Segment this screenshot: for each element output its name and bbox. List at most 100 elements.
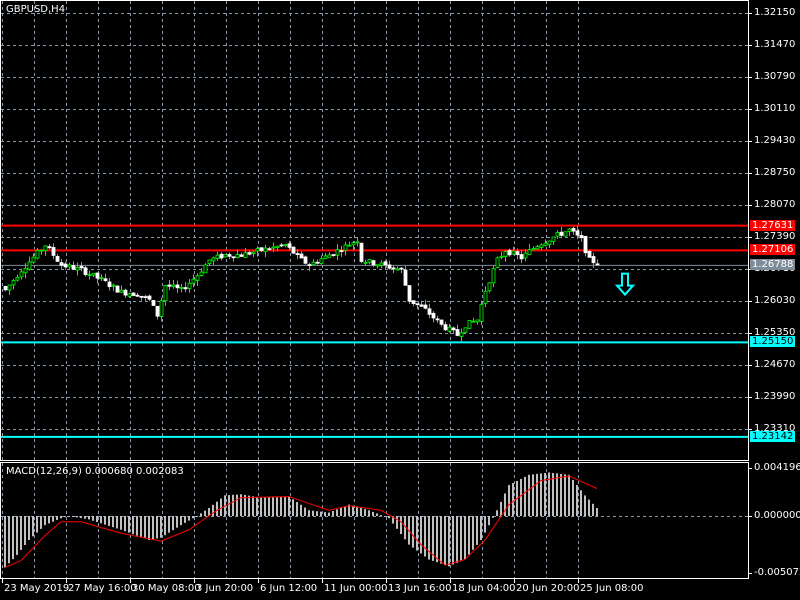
macd-histogram-bar: [252, 496, 254, 516]
x-axis-label: 25 Jun 08:00: [580, 583, 644, 594]
macd-histogram-bar: [540, 473, 542, 516]
price-chart[interactable]: [0, 0, 800, 600]
candle-body: [531, 248, 536, 251]
candle-body: [567, 228, 572, 232]
macd-histogram-bar: [140, 516, 142, 538]
macd-histogram-bar: [472, 516, 474, 550]
candle-body: [163, 285, 168, 302]
macd-histogram-bar: [508, 485, 510, 516]
macd-histogram-bar: [128, 516, 130, 533]
candle-body: [427, 308, 432, 315]
macd-histogram-bar: [292, 499, 294, 516]
macd-histogram-bar: [320, 511, 322, 516]
candle-body: [279, 244, 284, 247]
macd-histogram-bar: [448, 516, 450, 567]
candle-body: [383, 261, 388, 266]
macd-axis-label: 0.000000: [754, 510, 800, 521]
candle-body: [379, 262, 384, 266]
macd-histogram-bar: [352, 505, 354, 516]
candle-body: [59, 262, 64, 266]
price-tag-resistance: 1.27631: [750, 219, 796, 231]
macd-histogram-bar: [4, 516, 6, 568]
price-tag-resistance: 1.27106: [750, 244, 796, 256]
candle-body: [399, 267, 404, 270]
x-axis-label: 13 Jun 16:00: [388, 583, 452, 594]
candle-body: [179, 287, 184, 289]
macd-histogram-bar: [16, 516, 18, 555]
macd-histogram-bar: [312, 510, 314, 516]
macd-histogram-bar: [152, 516, 154, 540]
macd-histogram-bar: [36, 516, 38, 533]
candle-body: [503, 251, 508, 257]
macd-histogram-bar: [296, 502, 298, 516]
candle-body: [523, 252, 528, 259]
candle-body: [231, 256, 236, 259]
candle-body: [335, 249, 340, 256]
candle-body: [67, 264, 72, 268]
candle-body: [151, 300, 156, 306]
macd-histogram-bar: [260, 497, 262, 516]
candle-body: [47, 246, 52, 249]
macd-histogram-bar: [580, 490, 582, 516]
price-tag-support: 1.25150: [750, 336, 796, 348]
macd-histogram-bar: [592, 503, 594, 516]
macd-histogram-bar: [380, 515, 382, 517]
macd-histogram-bar: [412, 516, 414, 548]
macd-histogram-bar: [172, 516, 174, 531]
candle-body: [55, 256, 60, 262]
macd-histogram-bar: [120, 516, 122, 530]
symbol-title: GBPUSD,H4: [6, 4, 66, 15]
candle-body: [183, 287, 188, 290]
macd-histogram-bar: [56, 516, 58, 521]
macd-histogram-bar: [80, 516, 82, 519]
candle-body: [315, 261, 320, 264]
candle-body: [135, 294, 140, 297]
macd-histogram-bar: [552, 472, 554, 516]
macd-histogram-bar: [284, 496, 286, 516]
y-axis-label: 1.30790: [754, 71, 796, 82]
macd-histogram-bar: [184, 516, 186, 523]
macd-histogram-bar: [468, 516, 470, 555]
candle-body: [203, 264, 208, 274]
candle-body: [327, 254, 332, 258]
macd-histogram-bar: [276, 497, 278, 516]
macd-histogram-bar: [420, 516, 422, 554]
x-axis-label: 6 Jun 12:00: [260, 583, 318, 594]
candle-body: [199, 271, 204, 276]
candle-body: [267, 248, 272, 251]
candle-body: [515, 251, 520, 256]
macd-histogram-bar: [424, 516, 426, 557]
macd-histogram-bar: [200, 513, 202, 516]
candle-body: [27, 261, 32, 270]
macd-histogram-bar: [304, 507, 306, 516]
candle-body: [167, 284, 172, 287]
macd-histogram-bar: [108, 516, 110, 526]
candle-body: [235, 254, 240, 259]
macd-histogram-bar: [416, 516, 418, 551]
candle-body: [467, 320, 472, 329]
candle-body: [587, 250, 592, 258]
macd-histogram-bar: [68, 516, 70, 517]
candle-body: [411, 300, 416, 304]
candle-body: [387, 264, 392, 269]
candle-body: [79, 265, 84, 269]
candle-body: [551, 236, 556, 242]
macd-histogram-bar: [480, 516, 482, 541]
y-axis-label: 1.31470: [754, 39, 796, 50]
macd-histogram-bar: [476, 516, 478, 545]
candle-body: [419, 304, 424, 307]
candle-body: [371, 260, 376, 266]
macd-title: MACD(12,26,9) 0.000680 0.002083: [6, 466, 184, 477]
macd-histogram-bar: [52, 516, 54, 522]
macd-histogram-bar: [212, 504, 214, 516]
candle-body: [15, 276, 20, 281]
candle-body: [219, 253, 224, 259]
x-axis-label: 11 Jun 00:00: [324, 583, 388, 594]
y-axis-label: 1.32150: [754, 7, 796, 18]
macd-histogram-bar: [176, 516, 178, 528]
candle-body: [23, 267, 28, 274]
y-axis-label: 1.26030: [754, 295, 796, 306]
candle-body: [595, 263, 600, 266]
candle-body: [499, 255, 504, 258]
macd-histogram-bar: [376, 513, 378, 516]
